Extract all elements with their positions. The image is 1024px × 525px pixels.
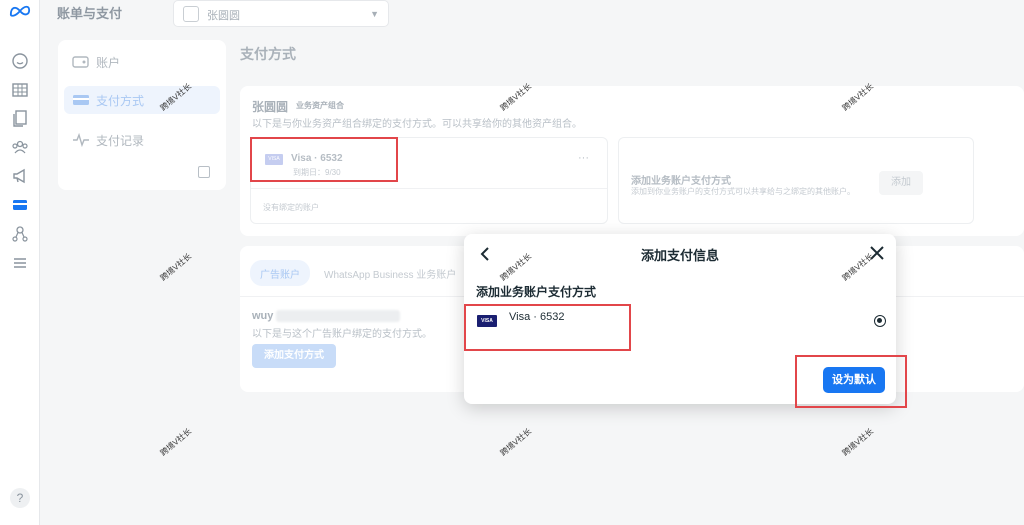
chevron-down-icon: ▼: [370, 9, 379, 19]
business-selector[interactable]: 张圆圆 ▼: [173, 0, 389, 27]
tab-ad-accounts[interactable]: 广告账户: [250, 260, 310, 286]
meta-logo[interactable]: [9, 4, 31, 18]
help-icon[interactable]: ?: [10, 488, 30, 508]
page-title: 支付方式: [240, 46, 296, 62]
add-payment-method-button[interactable]: 添加支付方式: [252, 344, 336, 368]
collapse-panel-icon[interactable]: [198, 166, 210, 178]
business-name: 张圆圆: [207, 10, 240, 22]
add-method-title: 添加业务账户支付方式: [631, 176, 731, 187]
sidenav-label: 支付记录: [96, 133, 145, 148]
sidenav-item-payment-history[interactable]: 支付记录: [64, 126, 220, 154]
left-rail: ?: [0, 0, 40, 525]
activity-icon: [73, 133, 89, 147]
tab-whatsapp-accounts[interactable]: WhatsApp Business 业务账户: [314, 260, 466, 286]
divider: [251, 188, 607, 189]
billing-sidenav: 账户 支付方式 支付记录: [58, 40, 226, 190]
no-linked-accounts: 没有绑定的账户: [263, 203, 319, 212]
highlight-box-card: [250, 137, 398, 182]
people-icon[interactable]: [11, 138, 29, 156]
watermark: 跨境V社长: [158, 251, 194, 283]
add-button[interactable]: 添加: [879, 171, 923, 195]
business-avatar-icon: [183, 6, 199, 22]
redacted-account-id: [276, 310, 400, 322]
dialog-section-title: 添加业务账户支付方式: [476, 285, 597, 299]
card-icon: [73, 95, 89, 105]
wallet-icon: [72, 56, 89, 68]
sidenav-item-accounts[interactable]: 账户: [64, 48, 220, 76]
pages-icon[interactable]: [11, 109, 29, 127]
network-icon[interactable]: [11, 225, 29, 243]
watermark: 跨境V社长: [498, 426, 534, 458]
add-method-description: 添加到你业务账户的支付方式可以共享给与之绑定的其他账户。: [631, 187, 855, 196]
watermark: 跨境V社长: [158, 426, 194, 458]
portfolio-tag: 业务资产组合: [296, 101, 344, 110]
more-options-icon[interactable]: ···: [578, 152, 589, 164]
highlight-box-set-default: [795, 355, 907, 408]
account-tabs: 广告账户 WhatsApp Business 业务账户: [250, 260, 470, 286]
table-icon[interactable]: [11, 81, 29, 99]
menu-icon[interactable]: [11, 254, 29, 272]
highlight-box-dialog-card: [464, 304, 631, 351]
billing-card-icon[interactable]: [6, 191, 34, 219]
app: ? 账单与支付 张圆圆 ▼ 账户 支付方式 支付记录 支付方式 张圆圆 业务资产…: [0, 0, 1024, 525]
portfolio-description: 以下是与你业务资产组合绑定的支付方式。可以共享给你的其他资产组合。: [252, 119, 582, 130]
watermark: 跨境V社长: [840, 426, 876, 458]
portfolio-name: 张圆圆: [252, 100, 289, 114]
top-bar: 账单与支付 张圆圆 ▼: [40, 0, 1024, 28]
add-payment-method-card: 添加业务账户支付方式 添加到你业务账户的支付方式可以共享给与之绑定的其他账户。 …: [618, 137, 974, 224]
megaphone-icon[interactable]: [11, 167, 29, 185]
ad-account-name: wuy: [252, 310, 274, 322]
card-radio-selected[interactable]: [874, 315, 886, 327]
sidenav-label: 支付方式: [96, 93, 145, 108]
sidenav-item-payment-methods[interactable]: 支付方式: [64, 86, 220, 114]
sidenav-label: 账户: [96, 55, 121, 70]
page-header-title: 账单与支付: [57, 6, 123, 21]
ad-account-description: 以下是与这个广告账户绑定的支付方式。: [252, 329, 432, 340]
smile-icon[interactable]: [11, 52, 29, 70]
